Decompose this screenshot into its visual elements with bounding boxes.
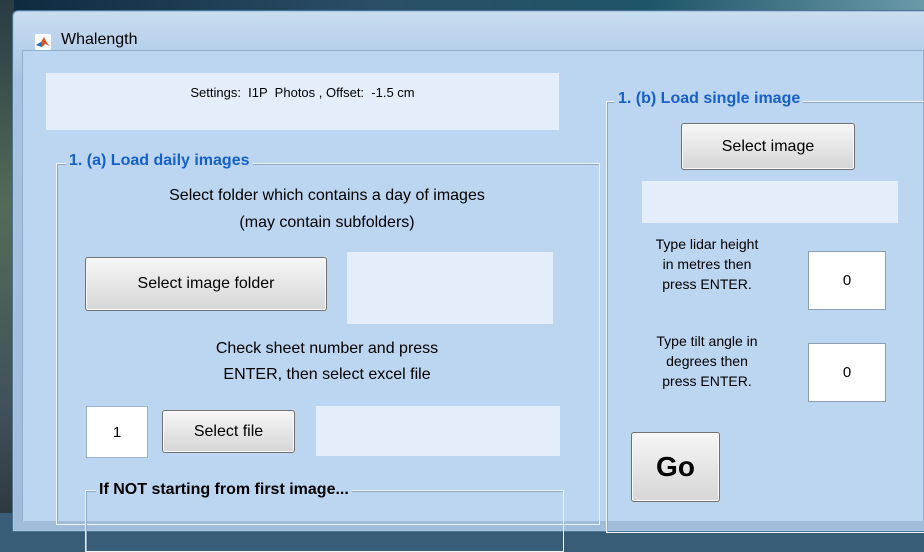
folder-instruction-line1: Select folder which contains a day of im…: [169, 187, 485, 204]
sheet-number-input[interactable]: 1: [86, 406, 148, 458]
sheet-instruction-line1: Check sheet number and press: [215, 340, 439, 357]
tilt-label-line3: press ENTER.: [662, 373, 752, 389]
matlab-logo-icon: [35, 34, 51, 50]
sub-panel-legend: If NOT starting from first image...: [96, 481, 352, 499]
tilt-angle-input[interactable]: 0: [808, 343, 886, 402]
panel-a-legend: 1. (a) Load daily images: [66, 152, 253, 170]
panel-not-first-image: [85, 490, 564, 552]
folder-path-display: [347, 252, 553, 324]
select-image-button[interactable]: Select image: [681, 123, 855, 170]
sheet-instruction-line2: ENTER, then select excel file: [223, 366, 431, 383]
window-title: Whalength: [61, 31, 138, 48]
select-image-folder-button[interactable]: Select image folder: [85, 257, 327, 311]
panel-b-legend: 1. (b) Load single image: [615, 90, 804, 108]
tilt-label-line1: Type tilt angle in: [656, 333, 758, 349]
lidar-label-line3: press ENTER.: [662, 276, 752, 292]
settings-display: Settings: I1P Photos , Offset: -1.5 cm: [46, 73, 559, 130]
excel-file-display: [316, 406, 560, 456]
folder-instruction-line2: (may contain subfolders): [239, 214, 415, 231]
tilt-label-line2: degrees then: [666, 353, 748, 369]
settings-text: Settings: I1P Photos , Offset: -1.5 cm: [190, 85, 415, 100]
lidar-label-line2: in metres then: [662, 256, 752, 272]
lidar-height-input[interactable]: 0: [808, 251, 886, 310]
image-path-display: [642, 181, 898, 223]
go-button[interactable]: Go: [631, 432, 720, 502]
select-file-button[interactable]: Select file: [162, 410, 295, 453]
lidar-label-line1: Type lidar height: [655, 236, 759, 252]
